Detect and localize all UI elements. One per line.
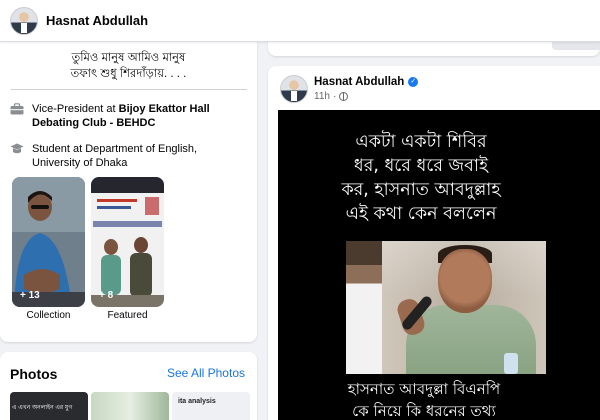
highlight-collection-image <box>12 177 85 307</box>
feed-post: Hasnat Abdullah ✓ 11h · একটা একটা শিবির … <box>268 66 600 420</box>
highlight-featured[interactable]: + 8 <box>91 177 164 307</box>
profile-header-bar: Hasnat Abdullah <box>0 0 600 42</box>
photo-thumbnail[interactable] <box>91 392 169 420</box>
post-author-name[interactable]: Hasnat Abdullah <box>314 76 404 88</box>
highlight-label-collection[interactable]: Collection <box>12 310 85 321</box>
highlight-featured-image <box>91 177 164 307</box>
photos-card: Photos See All Photos এ এখন অনলাইন এর যু… <box>0 352 257 420</box>
intro-card: তুমিও মানুষ আমিও মানুষ তফাৎ শুধু শিরদাঁড… <box>0 42 257 342</box>
education-prefix: Student at <box>32 143 86 155</box>
photo-thumbnail-text: ita analysis <box>178 398 216 405</box>
frame-bottle <box>504 353 518 374</box>
separator-dot: · <box>332 91 337 102</box>
frame-bystander <box>346 241 382 374</box>
profile-name[interactable]: Hasnat Abdullah <box>46 13 148 28</box>
bio-text-content: তুমিও মানুষ আমিও মানুষ তফাৎ শুধু শিরদাঁড… <box>70 52 187 80</box>
photos-title[interactable]: Photos <box>10 366 57 382</box>
globe-icon[interactable] <box>339 92 349 101</box>
work-prefix: Vice-President at <box>32 103 119 115</box>
post-timestamp[interactable]: 11h <box>314 91 330 102</box>
education-row: Student at Department of English, Univer… <box>0 142 257 170</box>
profile-avatar[interactable] <box>10 6 38 35</box>
briefcase-icon <box>10 103 24 115</box>
highlight-collection[interactable]: + 13 <box>12 177 85 307</box>
photos-grid: এ এখন অনলাইন এর যুগ ita analysis <box>10 392 250 420</box>
photo-thumbnail-text: এ এখন অনলাইন এর যুগ <box>12 405 73 411</box>
featured-highlights: + 13 + 8 <box>12 177 164 307</box>
post-composer-stub <box>268 42 600 56</box>
highlight-count: + 13 <box>20 290 40 301</box>
photo-thumbnail[interactable]: এ এখন অনলাইন এর যুগ <box>10 392 88 420</box>
work-text: Vice-President at Bijoy Ekattor Hall Deb… <box>32 102 247 130</box>
post-author-avatar[interactable] <box>280 75 308 103</box>
video-caption-text: হাসনাত আবদুল্লা বিএনপি কে নিয়ে কি ধরনের… <box>347 380 501 420</box>
highlight-count: + 8 <box>99 290 114 301</box>
frame-speaker-head <box>438 249 492 313</box>
divider <box>10 89 247 90</box>
see-all-photos-link[interactable]: See All Photos <box>167 366 245 380</box>
post-video[interactable]: একটা একটা শিবির ধর, ধরে ধরে জবাই কর, হাস… <box>278 110 600 420</box>
composer-button-stub[interactable] <box>552 42 600 50</box>
work-row: Vice-President at Bijoy Ekattor Hall Deb… <box>0 102 257 130</box>
post-meta: 11h · <box>314 91 349 102</box>
bio-text: তুমিও মানুষ আমিও মানুষ তফাৎ শুধু শিরদাঁড… <box>0 42 257 82</box>
highlight-label-featured[interactable]: Featured <box>91 310 164 321</box>
video-headline-text: একটা একটা শিবির ধর, ধরে ধরে জবাই কর, হাস… <box>341 132 501 224</box>
education-text: Student at Department of English, Univer… <box>32 142 247 170</box>
video-frame-image <box>346 241 546 374</box>
graduation-cap-icon <box>10 143 24 154</box>
post-author-row: Hasnat Abdullah ✓ <box>314 76 419 88</box>
verified-badge-icon: ✓ <box>408 77 419 87</box>
photo-thumbnail[interactable]: ita analysis <box>172 392 250 420</box>
